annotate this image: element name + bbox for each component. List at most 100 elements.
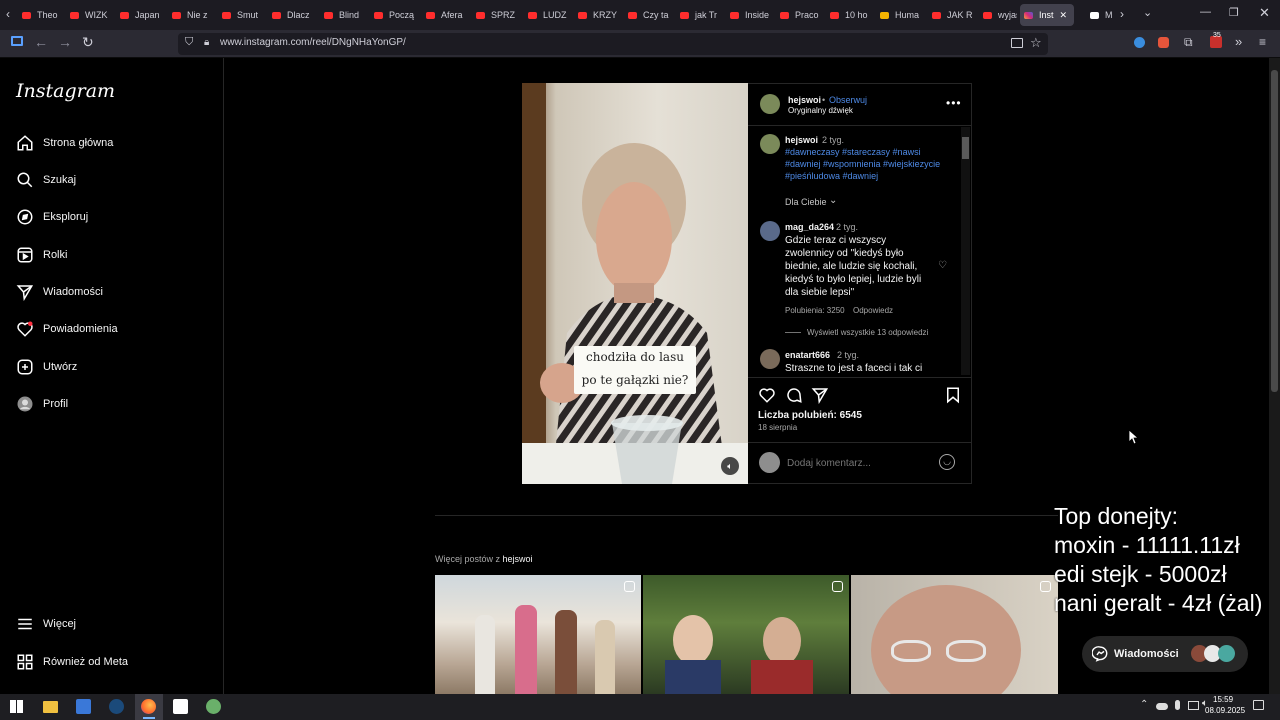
browser-tab[interactable]: Afera bbox=[426, 4, 468, 26]
comment-reply-button[interactable]: Odpowiedz bbox=[853, 306, 893, 315]
sidebar-toggle-icon[interactable] bbox=[11, 36, 23, 46]
comment-bubble-icon[interactable] bbox=[785, 386, 803, 404]
bookmark-star-icon[interactable]: ☆ bbox=[1030, 35, 1042, 51]
nav-item-explore[interactable]: Eksploruj bbox=[16, 204, 88, 230]
browser-tab[interactable]: SPRZ bbox=[476, 4, 520, 26]
lock-icon[interactable]: 🔒︎ bbox=[204, 37, 209, 48]
post-author-username[interactable]: hejswoi bbox=[788, 95, 821, 105]
original-audio-label[interactable]: Oryginalny dźwięk bbox=[788, 106, 853, 115]
likes-count[interactable]: Liczba polubień: 6545 bbox=[758, 410, 862, 421]
maximize-icon[interactable]: ❐ bbox=[1229, 6, 1239, 19]
microphone-icon[interactable] bbox=[1175, 700, 1180, 710]
nav-item-home[interactable]: Strona główna bbox=[16, 130, 113, 156]
taskbar-time[interactable]: 15:59 bbox=[1213, 695, 1233, 704]
speaker-icon[interactable]: 🔈︎ bbox=[721, 457, 739, 475]
instagram-logo[interactable]: Instagram bbox=[16, 80, 115, 102]
browser-tab[interactable]: Praco bbox=[780, 4, 822, 26]
caption-hashtags[interactable]: #pieśńludowa #dawniej bbox=[785, 171, 878, 181]
page-scrollbar-thumb[interactable] bbox=[1271, 70, 1278, 392]
nav-item-more[interactable]: Więcej bbox=[16, 611, 76, 637]
tab-list-icon[interactable]: ⌄ bbox=[1143, 6, 1152, 19]
reel-video[interactable] bbox=[522, 83, 748, 484]
nav-item-create[interactable]: Utwórz bbox=[16, 354, 77, 380]
comment-avatar[interactable] bbox=[760, 349, 780, 369]
browser-tab[interactable]: Huma bbox=[880, 4, 924, 26]
taskbar-app-icon[interactable] bbox=[76, 699, 91, 714]
browser-tab[interactable]: Nie z bbox=[172, 4, 214, 26]
browser-tab[interactable]: LUDZ bbox=[528, 4, 570, 26]
comment-like-heart-icon[interactable]: ♡ bbox=[938, 260, 947, 271]
browser-tab[interactable]: Blind bbox=[324, 4, 366, 26]
forward-icon[interactable]: → bbox=[58, 34, 72, 50]
reload-icon[interactable]: ↻ bbox=[82, 34, 94, 51]
steam-icon[interactable] bbox=[109, 699, 124, 714]
network-icon[interactable] bbox=[1188, 701, 1199, 710]
comments-scrollbar[interactable] bbox=[961, 127, 970, 375]
taskbar-app-icon[interactable] bbox=[173, 699, 188, 714]
tab-close-icon[interactable]: ✕ bbox=[1060, 10, 1068, 21]
browser-tab[interactable]: Czy ta bbox=[628, 4, 672, 26]
firefox-icon[interactable] bbox=[141, 699, 156, 714]
browser-tab[interactable]: Inst ✕ bbox=[1020, 4, 1074, 26]
browser-tab[interactable]: Dlacz bbox=[272, 4, 316, 26]
tab-scroll-right-icon[interactable]: › bbox=[1120, 7, 1124, 21]
view-replies-button[interactable]: Wyświetl wszystkie 13 odpowiedzi bbox=[807, 328, 928, 337]
browser-tab[interactable]: Theo bbox=[22, 4, 62, 26]
overflow-chevrons-icon[interactable]: » bbox=[1235, 34, 1242, 49]
share-send-icon[interactable] bbox=[811, 386, 829, 404]
shield-icon[interactable]: ⛉ bbox=[185, 36, 193, 49]
comment-filter-label[interactable]: Dla Ciebie bbox=[785, 197, 827, 207]
close-window-icon[interactable]: ✕ bbox=[1259, 5, 1270, 21]
browser-tab[interactable]: JAK R bbox=[932, 4, 974, 26]
comment-username[interactable]: enatart666 bbox=[785, 350, 830, 360]
browser-tab[interactable]: Począ bbox=[374, 4, 418, 26]
comment-username[interactable]: mag_da264 bbox=[785, 222, 834, 232]
extension-fox-icon[interactable] bbox=[1158, 37, 1169, 48]
browser-tab[interactable]: Japan bbox=[120, 4, 164, 26]
browser-tab[interactable]: 10 ho bbox=[830, 4, 874, 26]
save-bookmark-icon[interactable] bbox=[944, 386, 962, 404]
extension-shield-icon[interactable] bbox=[1134, 37, 1145, 48]
nav-item-notifications[interactable]: Powiadomienia bbox=[16, 316, 118, 342]
chevron-down-icon[interactable]: ⌄ bbox=[829, 195, 837, 206]
nav-item-reels[interactable]: Rolki bbox=[16, 242, 67, 268]
tray-chevron-up-icon[interactable]: ⌃ bbox=[1140, 699, 1148, 710]
browser-tab[interactable]: Inside bbox=[730, 4, 772, 26]
tab-scroll-left-icon[interactable]: ‹ bbox=[6, 7, 10, 21]
nav-item-also-from-meta[interactable]: Również od Meta bbox=[16, 649, 128, 675]
app-menu-icon[interactable]: ≡ bbox=[1259, 35, 1266, 49]
browser-tab[interactable]: jak Tr bbox=[680, 4, 722, 26]
comment-avatar[interactable] bbox=[760, 221, 780, 241]
browser-tab[interactable]: wyjaś bbox=[983, 4, 1017, 26]
file-explorer-icon[interactable] bbox=[43, 701, 58, 713]
onedrive-cloud-icon[interactable] bbox=[1156, 703, 1168, 710]
like-heart-icon[interactable] bbox=[758, 386, 776, 404]
more-options-icon[interactable]: ••• bbox=[946, 96, 962, 110]
minimize-icon[interactable]: — bbox=[1200, 6, 1211, 18]
post-author-avatar[interactable] bbox=[760, 94, 780, 114]
more-posts-username[interactable]: hejswoi bbox=[503, 554, 533, 564]
picture-in-picture-icon[interactable] bbox=[1011, 38, 1023, 48]
browser-tab[interactable]: Ma bbox=[1090, 4, 1112, 26]
notification-center-icon[interactable] bbox=[1253, 700, 1264, 710]
nav-item-messages[interactable]: Wiadomości bbox=[16, 279, 103, 305]
windows-start-icon[interactable] bbox=[10, 700, 23, 713]
comment-input[interactable] bbox=[787, 455, 927, 471]
comment-likes-count[interactable]: Polubienia: 3250 bbox=[785, 306, 845, 315]
url-text[interactable]: www.instagram.com/reel/DNgNHaYonGP/ bbox=[220, 37, 406, 48]
caption-avatar[interactable] bbox=[760, 134, 780, 154]
comments-scrollbar-thumb[interactable] bbox=[962, 137, 969, 159]
caption-username[interactable]: hejswoi bbox=[785, 135, 818, 145]
grid-post-thumbnail[interactable] bbox=[435, 575, 641, 694]
caption-hashtags[interactable]: #dawneczasy #stareczasy #nawsi bbox=[785, 147, 921, 157]
browser-tab[interactable]: WIZK bbox=[70, 4, 112, 26]
browser-tab[interactable]: Smut bbox=[222, 4, 264, 26]
nav-item-search[interactable]: Szukaj bbox=[16, 167, 76, 193]
emoji-icon[interactable]: ◡ bbox=[939, 454, 955, 470]
nav-item-profile[interactable]: Profil bbox=[16, 391, 68, 417]
taskbar-app-icon[interactable] bbox=[206, 699, 221, 714]
grid-post-thumbnail[interactable] bbox=[643, 575, 849, 694]
browser-tab[interactable]: KRZY bbox=[578, 4, 620, 26]
caption-hashtags[interactable]: #dawniej #wspomnienia #wiejskiezycie bbox=[785, 159, 940, 169]
taskbar-date[interactable]: 08.09.2025 bbox=[1205, 706, 1245, 715]
